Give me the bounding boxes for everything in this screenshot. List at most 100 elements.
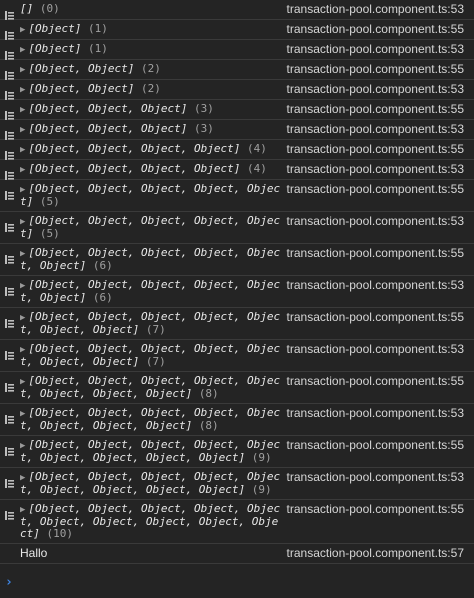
log-message[interactable]: ▶ [Object, Object, Object, Object, Object… bbox=[20, 407, 282, 432]
source-link[interactable]: transaction-pool.component.ts:55 bbox=[287, 439, 464, 452]
expand-triangle-icon[interactable]: ▶ bbox=[20, 217, 25, 227]
expand-triangle-icon[interactable]: ▶ bbox=[20, 377, 25, 387]
log-message[interactable]: ▶ [Object, Object, Object, Object] (4) bbox=[20, 143, 282, 156]
log-array-text: [Object, Object, Object] bbox=[28, 102, 188, 115]
source-link[interactable]: transaction-pool.component.ts:55 bbox=[287, 375, 464, 388]
log-group-icon bbox=[5, 185, 14, 200]
log-message[interactable]: ▶ [Object, Object, Object, Object, Object… bbox=[20, 503, 282, 540]
expand-triangle-icon[interactable]: ▶ bbox=[20, 345, 25, 355]
log-array-count: (8) bbox=[198, 419, 219, 432]
expand-triangle-icon[interactable]: ▶ bbox=[20, 473, 25, 483]
log-message[interactable]: [] (0) bbox=[20, 3, 282, 15]
log-message[interactable]: ▶ [Object, Object, Object, Object, Object… bbox=[20, 375, 282, 400]
console-log-row[interactable]: ▶ [Object, Object] (2) transaction-pool.co… bbox=[0, 60, 474, 80]
log-array-count: (6) bbox=[92, 259, 113, 272]
console-log-row[interactable]: ▶ [Object, Object, Object, Object, Object… bbox=[0, 500, 474, 544]
log-message[interactable]: ▶ [Object, Object, Object, Object, Object… bbox=[20, 311, 282, 336]
console-prompt-icon[interactable]: › bbox=[5, 575, 13, 590]
expand-triangle-icon[interactable]: ▶ bbox=[20, 313, 25, 323]
console-log-row[interactable]: ▶ [Object, Object, Object, Object, Object… bbox=[0, 436, 474, 468]
source-link[interactable]: transaction-pool.component.ts:53 bbox=[287, 279, 464, 292]
console-log-row[interactable]: ▶ [Object, Object, Object, Object, Object… bbox=[0, 244, 474, 276]
console-panel: [] (0) transaction-pool.component.ts:53 ▶[… bbox=[0, 0, 474, 598]
log-array-count: (7) bbox=[145, 323, 166, 336]
console-log-row[interactable]: ▶ [Object, Object] (2) transaction-pool.co… bbox=[0, 80, 474, 100]
source-link[interactable]: transaction-pool.component.ts:55 bbox=[287, 103, 464, 116]
console-log-row[interactable]: ▶ [Object, Object, Object, Object, Object… bbox=[0, 340, 474, 372]
console-log-row[interactable]: ▶ [Object, Object, Object, Object, Object… bbox=[0, 212, 474, 244]
source-link[interactable]: transaction-pool.component.ts:53 bbox=[287, 3, 464, 16]
log-message[interactable]: ▶ [Object, Object, Object, Object, Object… bbox=[20, 439, 282, 464]
log-message[interactable]: ▶ [Object, Object] (2) bbox=[20, 83, 282, 96]
log-group-icon bbox=[5, 409, 14, 424]
expand-triangle-icon[interactable]: ▶ bbox=[20, 281, 25, 291]
log-message[interactable]: ▶ [Object, Object, Object, Object, Object… bbox=[20, 471, 282, 496]
source-link[interactable]: transaction-pool.component.ts:55 bbox=[287, 503, 464, 516]
console-log-row[interactable]: ▶ [Object, Object, Object] (3) transaction… bbox=[0, 120, 474, 140]
source-link[interactable]: transaction-pool.component.ts:53 bbox=[287, 407, 464, 420]
log-message[interactable]: ▶ [Object, Object, Object, Object, Object… bbox=[20, 247, 282, 272]
expand-triangle-icon[interactable]: ▶ bbox=[20, 125, 25, 135]
log-array-text: [Object, Object, Object, Object, Object,… bbox=[20, 438, 281, 464]
log-message[interactable]: ▶ [Object] (1) bbox=[20, 43, 282, 56]
console-log-row[interactable]: ▶ [Object, Object, Object] (3) transaction… bbox=[0, 100, 474, 120]
log-message[interactable]: ▶ [Object, Object, Object, Object] (4) bbox=[20, 163, 282, 176]
log-group-icon bbox=[5, 65, 14, 80]
log-message[interactable]: ▶ [Object, Object, Object] (3) bbox=[20, 103, 282, 116]
log-array-text: [Object, Object] bbox=[28, 82, 135, 95]
source-link[interactable]: transaction-pool.component.ts:55 bbox=[287, 23, 464, 36]
log-array-text: [Object, Object, Object, Object, Object,… bbox=[20, 470, 281, 496]
source-link[interactable]: transaction-pool.component.ts:53 bbox=[287, 215, 464, 228]
source-link[interactable]: transaction-pool.component.ts:55 bbox=[287, 183, 464, 196]
log-array-count: (1) bbox=[88, 22, 108, 35]
log-array-count: (2) bbox=[141, 62, 161, 75]
log-message[interactable]: ▶ [Object, Object, Object, Object, Object… bbox=[20, 183, 282, 208]
expand-triangle-icon[interactable]: ▶ bbox=[20, 441, 25, 451]
log-array-count: (1) bbox=[88, 42, 108, 55]
expand-triangle-icon[interactable]: ▶ bbox=[20, 249, 25, 259]
source-link[interactable]: transaction-pool.component.ts:55 bbox=[287, 247, 464, 260]
log-message[interactable]: ▶ [Object, Object] (2) bbox=[20, 63, 282, 76]
console-log-row[interactable]: ▶ [Object, Object, Object, Object, Object… bbox=[0, 372, 474, 404]
source-link[interactable]: transaction-pool.component.ts:53 bbox=[287, 43, 464, 56]
expand-triangle-icon[interactable]: ▶ bbox=[20, 409, 25, 419]
log-group-icon bbox=[5, 249, 14, 264]
source-link[interactable]: transaction-pool.component.ts:53 bbox=[287, 163, 464, 176]
source-link[interactable]: transaction-pool.component.ts:53 bbox=[287, 343, 464, 356]
log-message[interactable]: ▶ [Object, Object, Object, Object, Object… bbox=[20, 279, 282, 304]
source-link[interactable]: transaction-pool.component.ts:55 bbox=[287, 63, 464, 76]
console-log-row[interactable]: ▶ [Object, Object, Object, Object, Object… bbox=[0, 180, 474, 212]
log-message[interactable]: ▶ [Object, Object, Object, Object, Object… bbox=[20, 343, 282, 368]
expand-triangle-icon[interactable]: ▶ bbox=[20, 25, 25, 35]
console-log-row[interactable]: ▶ [Object, Object, Object, Object, Object… bbox=[0, 276, 474, 308]
console-log-row[interactable]: ▶ [Object, Object, Object, Object, Object… bbox=[0, 308, 474, 340]
console-log-row[interactable]: ▶ [Object, Object, Object, Object, Object… bbox=[0, 468, 474, 500]
source-link[interactable]: transaction-pool.component.ts:53 bbox=[287, 471, 464, 484]
log-message: Hallo bbox=[20, 546, 48, 560]
expand-triangle-icon[interactable]: ▶ bbox=[20, 185, 25, 195]
console-log-row[interactable]: ▶ [Object] (1) transaction-pool.component.… bbox=[0, 40, 474, 60]
source-link[interactable]: transaction-pool.component.ts:53 bbox=[287, 83, 464, 96]
source-link[interactable]: transaction-pool.component.ts:55 bbox=[287, 143, 464, 156]
console-log-row[interactable]: ▶ [Object] (1) transaction-pool.component.… bbox=[0, 20, 474, 40]
expand-triangle-icon[interactable]: ▶ bbox=[20, 105, 25, 115]
log-message[interactable]: ▶ [Object, Object, Object] (3) bbox=[20, 123, 282, 136]
expand-triangle-icon[interactable]: ▶ bbox=[20, 65, 25, 75]
expand-triangle-icon[interactable]: ▶ bbox=[20, 85, 25, 95]
expand-triangle-icon[interactable]: ▶ bbox=[20, 505, 25, 515]
console-log-row[interactable]: ▶ [Object, Object, Object, Object] (4) tra… bbox=[0, 140, 474, 160]
console-log-row[interactable]: ▶ [Object, Object, Object, Object] (4) tra… bbox=[0, 160, 474, 180]
log-group-icon bbox=[5, 281, 14, 296]
expand-triangle-icon[interactable]: ▶ bbox=[20, 145, 25, 155]
log-array-count: (4) bbox=[246, 142, 267, 155]
log-message[interactable]: ▶ [Object, Object, Object, Object, Object… bbox=[20, 215, 282, 240]
source-link[interactable]: transaction-pool.component.ts:57 bbox=[287, 547, 464, 560]
expand-triangle-icon[interactable]: ▶ bbox=[20, 45, 25, 55]
source-link[interactable]: transaction-pool.component.ts:55 bbox=[287, 311, 464, 324]
console-log-row[interactable]: [] (0) transaction-pool.component.ts:53 bbox=[0, 0, 474, 20]
log-array-count: (7) bbox=[145, 355, 166, 368]
source-link[interactable]: transaction-pool.component.ts:53 bbox=[287, 123, 464, 136]
log-message[interactable]: ▶ [Object] (1) bbox=[20, 23, 282, 36]
expand-triangle-icon[interactable]: ▶ bbox=[20, 165, 25, 175]
console-log-row[interactable]: ▶ [Object, Object, Object, Object, Object… bbox=[0, 404, 474, 436]
